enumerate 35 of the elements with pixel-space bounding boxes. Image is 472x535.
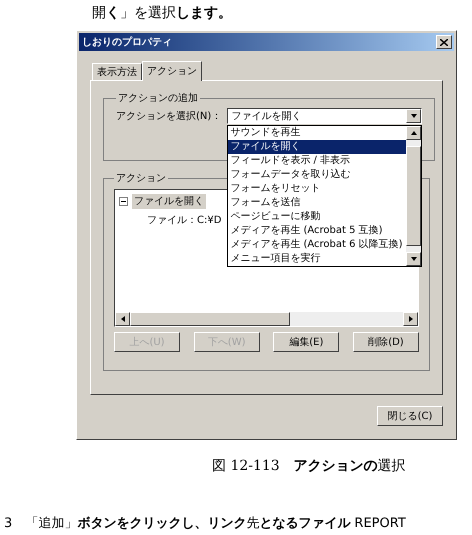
tree-item[interactable]: ファイル：C:¥D bbox=[147, 213, 222, 228]
dropdown-option[interactable]: ページビューに移動 bbox=[228, 210, 406, 224]
step-text: 3 「追加」ボタンをクリックし、リンク先となるファイル REPORT bbox=[3, 514, 406, 532]
action-dropdown[interactable]: ファイルを開く bbox=[227, 108, 422, 124]
dropdown-option[interactable]: メニュー項目を実行 bbox=[228, 252, 406, 266]
action-button[interactable]: 削除(D) bbox=[352, 332, 419, 352]
figure-caption: 図 12-113 アクションの選択 bbox=[211, 457, 406, 476]
dropdown-option[interactable]: メディアを再生 (Acrobat 6 以降互換) bbox=[228, 238, 406, 252]
scrollbar-thumb[interactable] bbox=[130, 312, 290, 326]
scroll-right-icon[interactable] bbox=[403, 312, 418, 326]
instruction-text: 開く」を選択します。 bbox=[91, 4, 232, 23]
scrollbar-thumb[interactable] bbox=[406, 146, 422, 246]
window-title: しおりのプロパティ bbox=[82, 35, 172, 50]
action-button[interactable]: 編集(E) bbox=[273, 332, 340, 352]
scroll-left-icon[interactable] bbox=[115, 312, 130, 326]
close-icon[interactable] bbox=[436, 35, 452, 49]
group-label: アクションの追加 bbox=[117, 92, 199, 106]
dropdown-option[interactable]: フォームデータを取り込む bbox=[228, 168, 406, 182]
tree-item[interactable]: ファイルを開く bbox=[132, 194, 206, 209]
group-label: アクション bbox=[115, 172, 167, 186]
dropdown-option[interactable]: フィールドを表示 / 非表示 bbox=[228, 154, 406, 168]
dropdown-option[interactable]: メディアを再生 (Acrobat 5 互換) bbox=[228, 224, 406, 238]
dropdown-option[interactable]: ファイルを開く bbox=[228, 140, 406, 154]
tab[interactable]: アクション bbox=[142, 61, 202, 81]
collapse-icon[interactable] bbox=[119, 197, 128, 206]
close-button[interactable]: 閉じる(C) bbox=[377, 406, 443, 426]
horizontal-scrollbar[interactable] bbox=[115, 312, 418, 326]
scroll-down-icon[interactable] bbox=[406, 252, 422, 266]
tab[interactable]: 表示方法 bbox=[92, 63, 142, 80]
scrollbar[interactable] bbox=[406, 126, 422, 266]
field-label: アクションを選択(N)： bbox=[116, 110, 222, 124]
dropdown-option[interactable]: フォームをリセット bbox=[228, 182, 406, 196]
scroll-up-icon[interactable] bbox=[406, 126, 422, 140]
dropdown-option[interactable]: サウンドを再生 bbox=[228, 126, 406, 140]
dropdown-option[interactable]: フォームを送信 bbox=[228, 196, 406, 210]
